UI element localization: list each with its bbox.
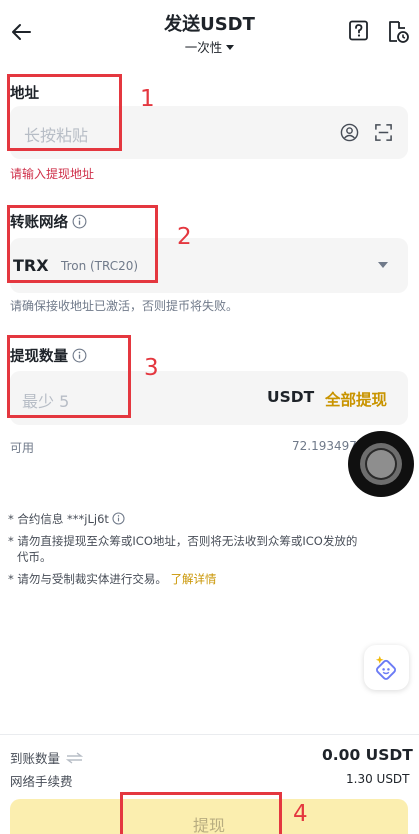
receive-label: 到账数量	[10, 751, 61, 766]
divider	[0, 734, 419, 735]
ico-warning-line1: * 请勿直接提现至众筹或ICO地址，否则将无法收到众筹或ICO发放的	[8, 534, 358, 548]
receive-label-row: 到账数量	[10, 748, 84, 767]
max-button[interactable]: 全部提现	[325, 388, 387, 410]
contacts-icon[interactable]	[340, 123, 359, 142]
dropdown-icon[interactable]	[378, 262, 388, 268]
sanction-warning: * 请勿与受制裁实体进行交易。	[8, 572, 167, 586]
ico-warning-line2: 代币。	[17, 550, 52, 564]
annotation-box-2	[7, 205, 158, 283]
annotation-number-1: 1	[140, 86, 155, 112]
scan-icon[interactable]	[374, 123, 393, 142]
fee-value: 1.30 USDT	[346, 772, 410, 786]
chevron-down-icon	[226, 45, 235, 50]
receive-value: 0.00 USDT	[322, 746, 413, 764]
annotation-number-3: 3	[144, 355, 159, 381]
address-error: 请输入提现地址	[10, 167, 95, 181]
available-label: 可用	[10, 441, 35, 455]
sanction-warning-row: * 请勿与受制裁实体进行交易。 了解详情	[8, 571, 217, 587]
ai-assistant-button[interactable]	[364, 645, 409, 690]
annotation-number-4: 4	[293, 801, 308, 827]
history-icon[interactable]	[386, 20, 410, 44]
amount-unit: USDT	[267, 388, 315, 406]
swap-icon[interactable]	[65, 752, 84, 764]
fee-label: 网络手续费	[10, 774, 73, 789]
annotation-box-4	[120, 792, 282, 834]
info-icon[interactable]	[112, 512, 125, 525]
annotation-box-3	[7, 335, 131, 418]
available-value: 72.193497	[292, 439, 357, 453]
floating-ball[interactable]	[348, 431, 414, 497]
help-icon[interactable]	[348, 20, 370, 42]
learn-more-link[interactable]: 了解详情	[171, 572, 217, 586]
ai-sparkle-icon	[375, 655, 397, 680]
network-hint: 请确保接收地址已激活，否则提币将失败。	[10, 299, 239, 313]
contract-info: * 合约信息 ***jLj6t	[8, 512, 109, 526]
contract-info-row: * 合约信息 ***jLj6t	[8, 511, 125, 527]
header: 发送USDT 一次性	[0, 0, 419, 62]
annotation-box-1	[7, 74, 122, 151]
annotation-number-2: 2	[177, 224, 192, 250]
mode-label: 一次性	[184, 40, 223, 55]
